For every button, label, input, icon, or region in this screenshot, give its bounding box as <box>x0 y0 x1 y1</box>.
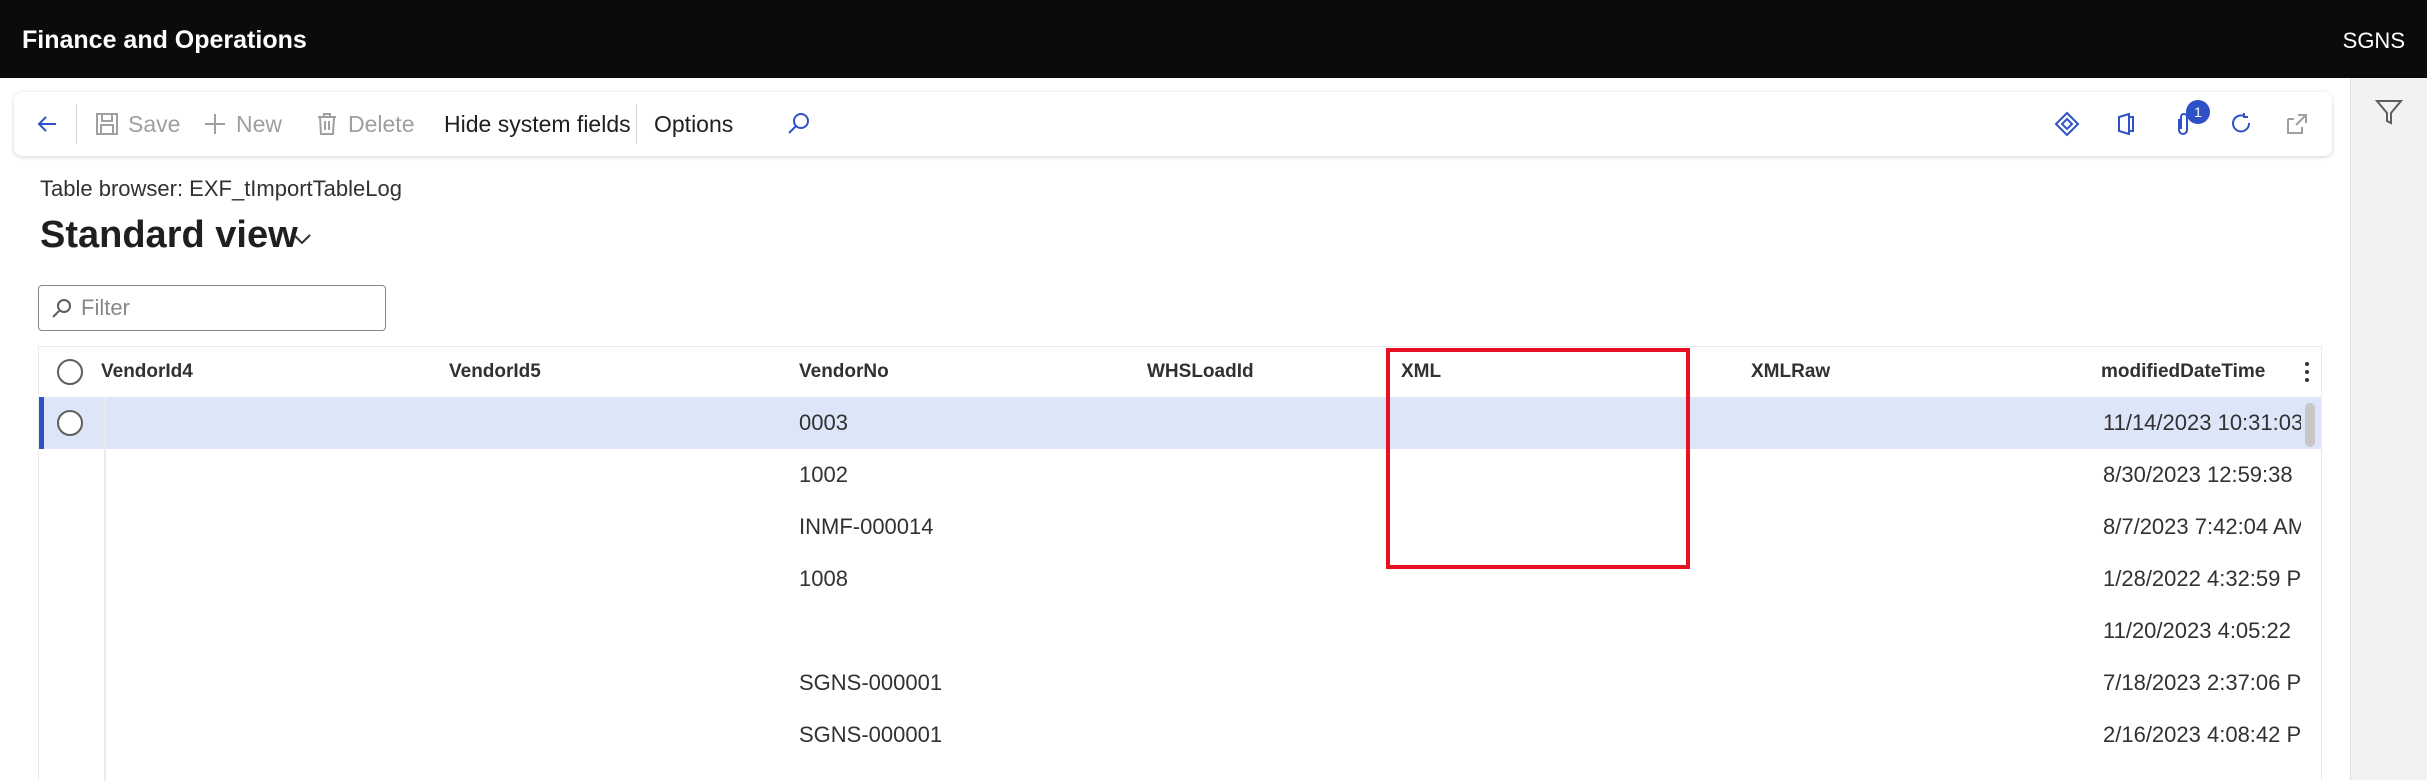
column-header-whsloadid[interactable]: WHSLoadId <box>1147 347 1254 397</box>
hide-system-fields-button[interactable]: Hide system fields <box>444 92 631 156</box>
back-icon <box>37 116 56 132</box>
table-row[interactable]: 1002 8/30/2023 12:59:38 <box>39 449 2321 501</box>
new-label: New <box>236 110 283 137</box>
options-label: Options <box>654 110 734 137</box>
cell-vendorno[interactable]: 0003 <box>799 397 848 449</box>
attachments-button[interactable]: 1 <box>2170 92 2210 156</box>
save-label: Save <box>128 110 181 137</box>
hide-system-fields-label: Hide system fields <box>444 110 631 137</box>
right-rail <box>2350 78 2427 780</box>
cell-modifieddatetime[interactable]: 7/18/2023 2:37:06 PM <box>2103 657 2301 709</box>
plus-icon <box>205 114 225 134</box>
table-row[interactable]: SGNS-000001 2/16/2023 4:08:42 PM <box>39 709 2321 761</box>
search-icon <box>788 113 809 134</box>
back-button[interactable] <box>34 92 68 156</box>
cell-vendorno[interactable]: SGNS-000001 <box>799 709 942 761</box>
open-in-new-window-button[interactable] <box>2284 92 2318 156</box>
search-button[interactable] <box>786 92 820 156</box>
diamond-icon <box>2054 111 2080 137</box>
refresh-button[interactable] <box>2228 92 2262 156</box>
table-row[interactable]: 1008 1/28/2022 4:32:59 PM <box>39 553 2321 605</box>
cell-modifieddatetime[interactable]: 2/16/2023 4:08:42 PM <box>2103 709 2301 761</box>
cell-vendorno[interactable]: 1002 <box>799 449 848 501</box>
trash-icon <box>318 113 336 135</box>
chevron-down-icon[interactable] <box>292 232 312 246</box>
cell-modifieddatetime[interactable]: 8/30/2023 12:59:38 <box>2103 449 2301 501</box>
column-header-vendorid4[interactable]: VendorId4 <box>101 347 193 397</box>
grid-header: VendorId4 VendorId5 VendorNo WHSLoadId X… <box>39 347 2321 398</box>
vertical-scrollbar[interactable] <box>2305 403 2315 447</box>
refresh-icon <box>2232 113 2251 133</box>
view-selector[interactable]: Standard view <box>40 214 298 257</box>
column-header-xmlraw[interactable]: XMLRaw <box>1751 347 1830 397</box>
top-bar: Finance and Operations SGNS <box>0 0 2427 78</box>
search-icon <box>52 299 71 318</box>
table-row[interactable]: 11/20/2023 4:05:22 <box>39 605 2321 657</box>
table-row[interactable]: INMF-000014 8/7/2023 7:42:04 AM <box>39 501 2321 553</box>
power-apps-button[interactable] <box>2054 92 2088 156</box>
cell-modifieddatetime[interactable]: 8/7/2023 7:42:04 AM <box>2103 501 2301 553</box>
options-tab[interactable]: Options <box>654 92 733 156</box>
cell-vendorno[interactable]: 1008 <box>799 553 848 605</box>
column-header-vendorid5[interactable]: VendorId5 <box>449 347 541 397</box>
filter-icon[interactable] <box>2373 96 2405 128</box>
company-picker[interactable]: SGNS <box>2343 28 2405 54</box>
column-header-vendorno[interactable]: VendorNo <box>799 347 889 397</box>
office-button[interactable] <box>2112 92 2146 156</box>
delete-label: Delete <box>348 110 415 137</box>
page-caption: Table browser: EXF_tImportTableLog <box>40 176 402 201</box>
filter-input-wrapper <box>38 285 386 331</box>
office-icon <box>2118 112 2134 136</box>
divider <box>76 104 77 144</box>
action-pane: Save New Delete Hide system fields Optio… <box>14 92 2332 156</box>
save-icon <box>96 113 118 135</box>
notification-badge: 1 <box>2186 100 2210 124</box>
open-in-new-icon <box>2287 114 2307 134</box>
data-grid: VendorId4 VendorId5 VendorNo WHSLoadId X… <box>38 346 2322 781</box>
cell-vendorno[interactable]: SGNS-000001 <box>799 657 942 709</box>
cell-modifieddatetime[interactable]: 1/28/2022 4:32:59 PM <box>2103 553 2301 605</box>
highlight-box <box>1386 348 1690 569</box>
select-all-radio[interactable] <box>57 359 83 385</box>
filter-input[interactable] <box>79 292 373 324</box>
cell-modifieddatetime[interactable]: 11/20/2023 4:05:22 <box>2103 605 2301 657</box>
row-selector-column <box>39 397 106 781</box>
cell-modifieddatetime[interactable]: 11/14/2023 10:31:03 <box>2103 397 2301 449</box>
cell-vendorno[interactable]: INMF-000014 <box>799 501 934 553</box>
delete-button[interactable]: Delete <box>314 92 414 156</box>
column-header-modifieddatetime[interactable]: modifiedDateTime <box>2101 347 2265 397</box>
divider <box>636 104 637 144</box>
save-button[interactable]: Save <box>94 92 180 156</box>
new-button[interactable]: New <box>202 92 282 156</box>
table-row[interactable]: 0003 11/14/2023 10:31:03 <box>39 397 2321 449</box>
table-row[interactable]: SGNS-000001 7/18/2023 2:37:06 PM <box>39 657 2321 709</box>
more-vertical-icon[interactable] <box>2299 357 2315 387</box>
app-title[interactable]: Finance and Operations <box>22 26 307 55</box>
